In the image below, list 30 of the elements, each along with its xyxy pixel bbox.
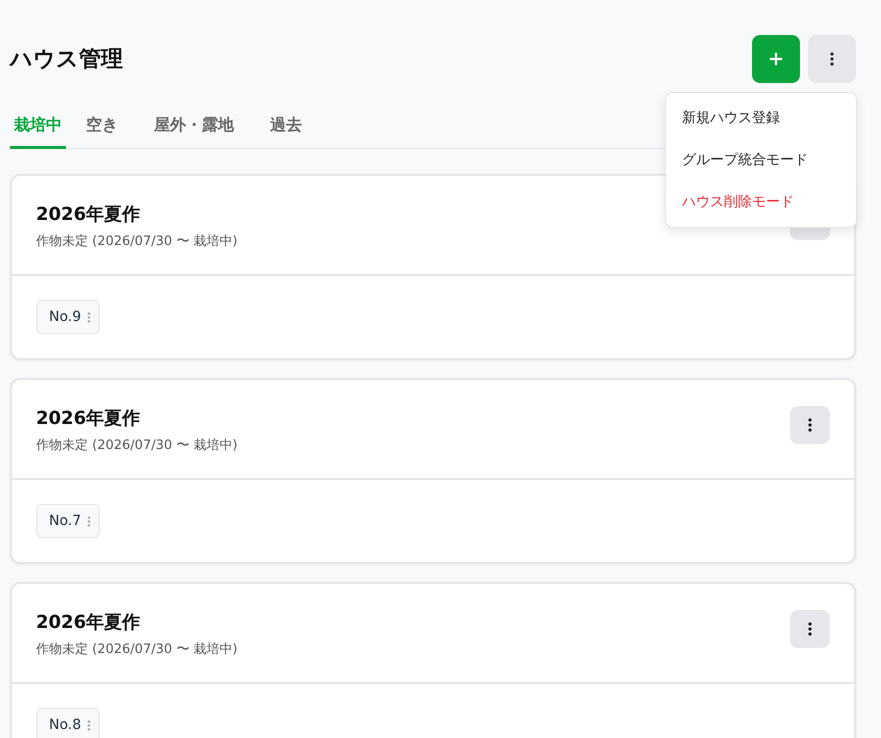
card-title: 2026年夏作	[36, 611, 142, 634]
tab[interactable]: 過去	[266, 107, 318, 149]
add-button[interactable]	[752, 35, 800, 83]
house-chip[interactable]: No.7	[36, 504, 100, 538]
menu-item[interactable]: 新規ハウス登録	[666, 97, 856, 139]
more-icon	[808, 418, 812, 432]
card-more-button[interactable]	[790, 610, 830, 648]
more-icon	[87, 516, 92, 526]
more-icon	[808, 622, 812, 636]
more-button[interactable]	[808, 35, 856, 83]
menu-item[interactable]: グループ統合モード	[666, 139, 856, 181]
more-icon	[830, 52, 834, 66]
card-subtitle: 作物未定 (2026/07/30 〜 栽培中)	[36, 641, 238, 658]
house-label: No.7	[49, 513, 82, 529]
house-label: No.8	[49, 717, 82, 733]
card-subtitle: 作物未定 (2026/07/30 〜 栽培中)	[36, 437, 238, 454]
house-label: No.9	[49, 309, 82, 325]
card-title: 2026年夏作	[36, 203, 142, 226]
page-title: ハウス管理	[10, 46, 123, 74]
house-chip[interactable]: No.9	[36, 300, 100, 334]
tab[interactable]: 空き	[82, 107, 134, 149]
card-more-button[interactable]	[790, 406, 830, 444]
more-icon	[87, 312, 92, 322]
menu-item[interactable]: ハウス削除モード	[666, 181, 856, 223]
plus-icon	[767, 50, 785, 68]
card-subtitle: 作物未定 (2026/07/30 〜 栽培中)	[36, 233, 238, 250]
more-icon	[87, 720, 92, 730]
card-title: 2026年夏作	[36, 407, 142, 430]
house-chip[interactable]: No.8	[36, 708, 100, 738]
tab[interactable]: 屋外・露地	[150, 107, 250, 149]
